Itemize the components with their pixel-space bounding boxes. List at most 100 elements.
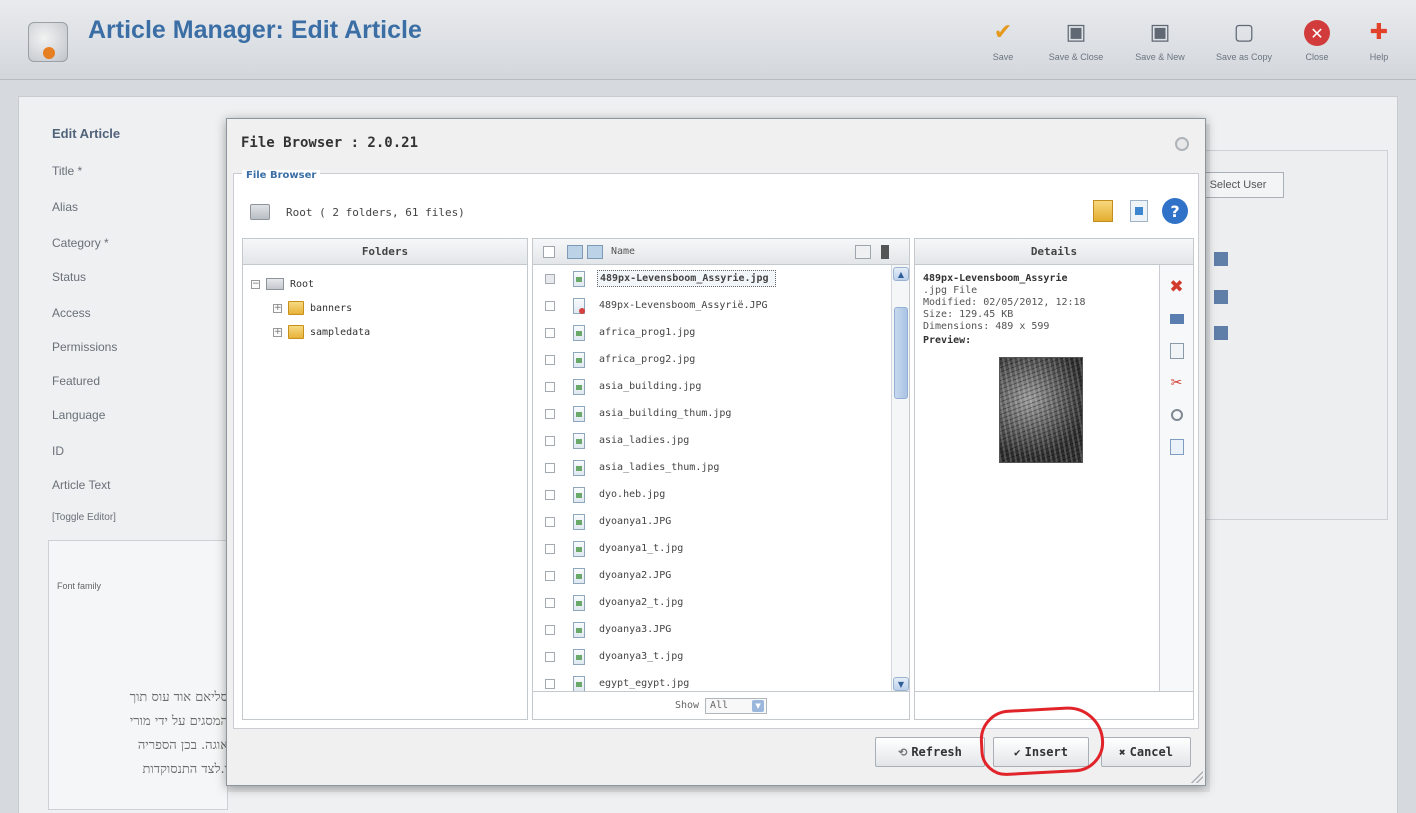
name-column-header[interactable]: Name [611, 246, 855, 257]
file-checkbox[interactable] [545, 651, 555, 662]
file-checkbox[interactable] [545, 516, 555, 527]
files-panel: Name 489px-Levensboom_Assyrie.jpg 489px-L… [532, 238, 910, 720]
file-row[interactable]: dyoanya1_t.jpg [533, 535, 891, 562]
files-footer: Show All ▼ [533, 691, 909, 719]
image-file-icon [573, 567, 585, 584]
file-row[interactable]: egypt_egypt.jpg [533, 670, 891, 693]
file-name: africa_prog1.jpg [599, 327, 696, 338]
file-checkbox[interactable] [545, 381, 555, 392]
access-label: Access [52, 306, 91, 320]
file-row[interactable]: dyoanya2_t.jpg [533, 589, 891, 616]
expand-toggle-icon[interactable]: + [273, 303, 282, 313]
column-options-icon[interactable] [881, 244, 889, 259]
move-icon [1169, 314, 1184, 324]
font-family-select[interactable]: Font family [57, 581, 101, 591]
file-details: 489px-Levensboom_Assyrie .jpg File Modif… [923, 273, 1155, 347]
image-file-icon [573, 378, 585, 395]
close-button[interactable]: ✕ Close [1286, 4, 1348, 70]
file-checkbox[interactable] [545, 543, 555, 554]
show-select[interactable]: All ▼ [705, 697, 768, 714]
file-row[interactable]: asia_building.jpg [533, 373, 891, 400]
cut-icon[interactable]: ✂ [1167, 373, 1187, 393]
file-checkbox[interactable] [545, 597, 555, 608]
article-manager-logo-icon [28, 22, 68, 62]
copy-icon [1169, 343, 1184, 359]
save-close-button[interactable]: ▣ Save & Close [1034, 4, 1118, 70]
copy-button[interactable] [1167, 341, 1187, 361]
sort-icon[interactable] [587, 244, 603, 259]
file-checkbox[interactable] [545, 435, 555, 446]
file-type-column-icon[interactable] [567, 244, 583, 259]
collapse-toggle-icon[interactable]: − [251, 279, 260, 289]
file-row[interactable]: dyo.heb.jpg [533, 481, 891, 508]
scroll-down-icon[interactable]: ▼ [893, 677, 909, 691]
file-row[interactable]: dyoanya1.JPG [533, 508, 891, 535]
path-tools: ? [1088, 196, 1190, 226]
file-browser-fieldset: File Browser Root ( 2 folders, 61 files)… [233, 170, 1199, 729]
file-checkbox[interactable] [545, 300, 555, 311]
scroll-up-icon[interactable]: ▲ [893, 267, 909, 281]
scroll-thumb[interactable] [894, 307, 908, 399]
paste-button[interactable] [1167, 437, 1187, 457]
help-icon: ? [1162, 198, 1188, 224]
file-row[interactable]: asia_ladies_thum.jpg [533, 454, 891, 481]
save-button[interactable]: ✔ Save [972, 4, 1034, 70]
file-row[interactable]: dyoanya3_t.jpg [533, 643, 891, 670]
move-button[interactable] [1167, 309, 1187, 329]
file-checkbox[interactable] [545, 273, 555, 284]
file-list-scrollbar[interactable]: ▲ ▼ [891, 265, 909, 693]
magnifier-icon [1170, 409, 1183, 421]
folder-sampledata[interactable]: + sampledata [273, 321, 370, 343]
toggle-editor-link[interactable]: [Toggle Editor] [52, 512, 116, 523]
files-header: Name [533, 239, 909, 265]
option-icon [1214, 326, 1228, 340]
file-checkbox[interactable] [545, 570, 555, 581]
file-row[interactable]: dyoanya3.JPG [533, 616, 891, 643]
file-checkbox[interactable] [545, 354, 555, 365]
file-name: dyoanya2.JPG [599, 570, 672, 581]
resize-grip-icon[interactable] [1191, 771, 1203, 783]
save-copy-button[interactable]: ▢ Save as Copy [1202, 4, 1286, 70]
folder-banners[interactable]: + banners [273, 297, 352, 319]
file-row[interactable]: 489px-Levensboom_Assyrië.JPG [533, 292, 891, 319]
file-row[interactable]: asia_ladies.jpg [533, 427, 891, 454]
cancel-button[interactable]: ✖ Cancel [1101, 737, 1191, 767]
file-checkbox[interactable] [545, 678, 555, 689]
file-row[interactable]: africa_prog1.jpg [533, 319, 891, 346]
image-file-icon [573, 594, 585, 611]
expand-toggle-icon[interactable]: + [273, 327, 282, 337]
show-label: Show [674, 700, 700, 711]
file-row[interactable]: africa_prog2.jpg [533, 346, 891, 373]
permissions-label: Permissions [52, 340, 118, 354]
help-dialog-button[interactable]: ? [1160, 196, 1190, 226]
title-label: Title * [52, 164, 83, 178]
path-bar: Root ( 2 folders, 61 files) ? [244, 190, 1190, 238]
refresh-button[interactable]: ⟲ Refresh [875, 737, 985, 767]
file-actions-column: ✖ ✂ [1159, 265, 1193, 693]
file-row[interactable]: asia_building_thum.jpg [533, 400, 891, 427]
view-button[interactable] [1167, 405, 1187, 425]
article-hebrew-text: סליאם אוד עוס תוך המסגים על ידי מורי אוג… [129, 690, 228, 777]
folder-root[interactable]: − Root [251, 273, 314, 295]
file-browser-dialog: File Browser : 2.0.21 File Browser Root … [226, 118, 1206, 786]
file-row[interactable]: dyoanya2.JPG [533, 562, 891, 589]
select-all-checkbox[interactable] [543, 245, 555, 258]
folder-label: Root [290, 278, 315, 290]
file-name: asia_ladies_thum.jpg [599, 462, 720, 473]
image-preview [999, 357, 1083, 463]
file-row[interactable]: 489px-Levensboom_Assyrie.jpg [533, 265, 891, 292]
file-checkbox[interactable] [545, 624, 555, 635]
detail-file-type: .jpg File [923, 285, 978, 296]
dialog-close-icon[interactable] [1175, 137, 1189, 151]
file-checkbox[interactable] [545, 489, 555, 500]
save-new-button[interactable]: ▣ Save & New [1118, 4, 1202, 70]
id-label: ID [52, 444, 64, 458]
upload-button[interactable] [1124, 196, 1154, 226]
file-checkbox[interactable] [545, 327, 555, 338]
file-checkbox[interactable] [545, 462, 555, 473]
help-button[interactable]: ✚ Help [1348, 4, 1410, 70]
view-toggle-icon[interactable] [855, 244, 871, 259]
new-folder-button[interactable] [1088, 196, 1118, 226]
file-checkbox[interactable] [545, 408, 555, 419]
delete-icon[interactable]: ✖ [1167, 277, 1187, 297]
